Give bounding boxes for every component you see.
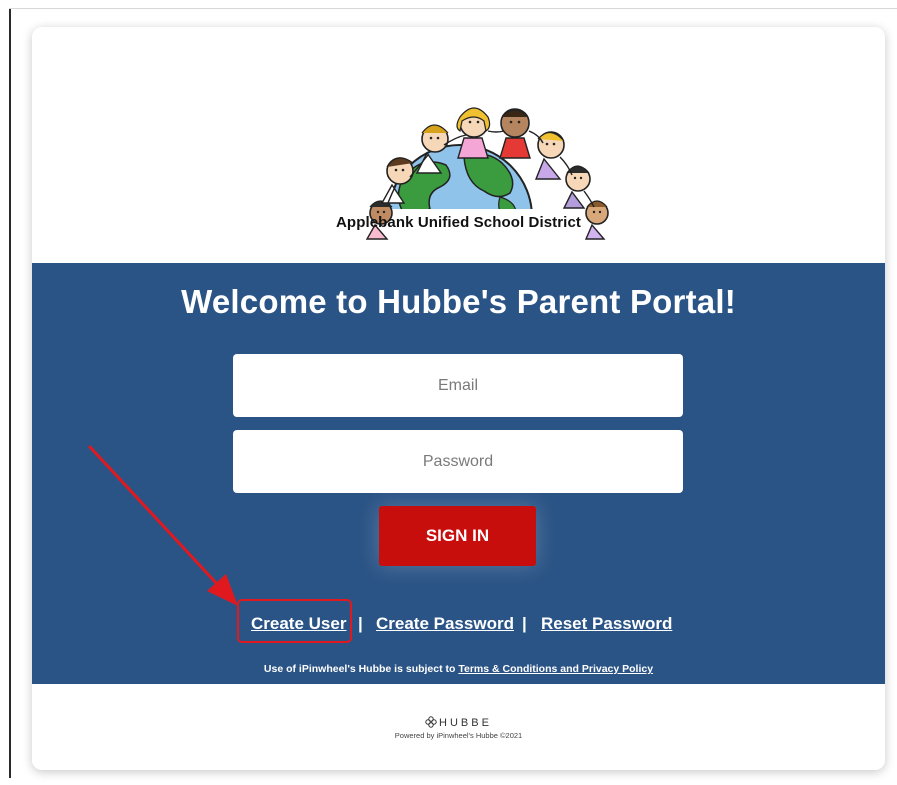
terms-prefix: Use of iPinwheel's Hubbe is subject to xyxy=(263,663,456,675)
welcome-title: Welcome to Hubbe's Parent Portal! xyxy=(181,283,736,320)
terms-notice: Use of iPinwheel's Hubbe is subject to T… xyxy=(32,663,885,675)
footer: HUBBE Powered by iPinwheel's Hubbe ©2021 xyxy=(32,684,885,770)
powered-by-text: Powered by iPinwheel's Hubbe ©2021 xyxy=(394,731,523,740)
login-panel: Welcome to Hubbe's Parent Portal! SIGN I… xyxy=(32,263,885,684)
terms-privacy-link[interactable]: Terms & Conditions and Privacy Policy xyxy=(458,663,653,675)
password-input[interactable] xyxy=(233,430,683,493)
district-name: Applebank Unified School District xyxy=(336,214,581,231)
hubbe-brand: HUBBE xyxy=(32,716,885,729)
email-input[interactable] xyxy=(233,354,683,417)
account-links: Create User | Create Password | Reset Pa… xyxy=(32,611,885,639)
reset-password-link[interactable]: Reset Password xyxy=(541,614,672,634)
create-password-link[interactable]: Create Password xyxy=(376,614,514,634)
link-separator: | xyxy=(358,614,363,633)
brand-name: HUBBE xyxy=(439,717,492,729)
sign-in-button[interactable]: SIGN IN xyxy=(379,506,536,566)
left-border-line xyxy=(9,8,11,778)
district-logo: Applebank Unified School District xyxy=(32,27,885,263)
link-separator: | xyxy=(522,614,527,633)
create-user-highlight-box xyxy=(237,599,352,643)
hubbe-logo-icon xyxy=(425,716,437,728)
login-card: Applebank Unified School District Welcom… xyxy=(32,27,885,770)
top-border-line xyxy=(9,8,897,9)
